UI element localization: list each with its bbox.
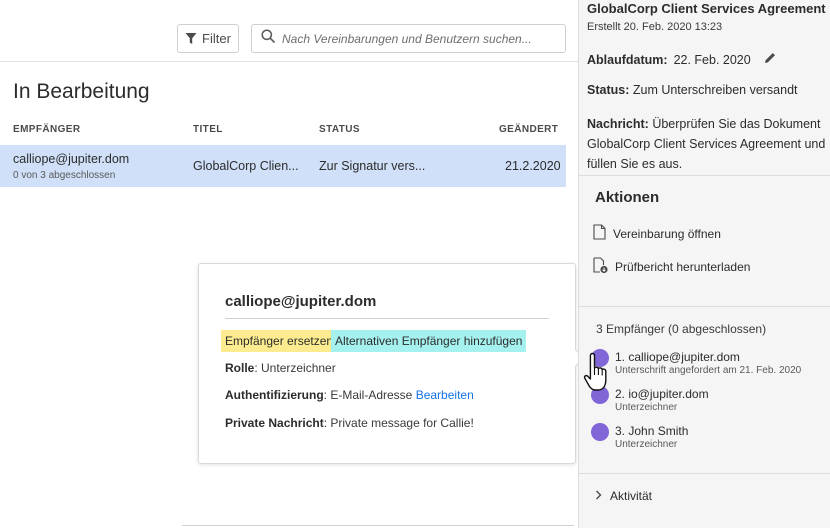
open-agreement-label: Vereinbarung öffnen: [613, 226, 721, 241]
status-line: Status: Zum Unterschreiben versandt: [587, 83, 798, 97]
recipient-name: 2. io@jupiter.dom: [615, 387, 709, 401]
column-header-recipient[interactable]: EMPFÄNGER: [13, 124, 81, 135]
actions-heading: Aktionen: [595, 189, 660, 206]
recipient-detail: Unterzeichner: [615, 402, 678, 413]
role-label: Rolle: [225, 361, 255, 375]
agreement-title: GlobalCorp Client Services Agreement: [587, 1, 826, 16]
private-message-label: Private Nachricht: [225, 416, 324, 430]
expiry-line: Ablaufdatum: 22. Feb. 2020: [587, 51, 777, 68]
column-header-status[interactable]: STATUS: [319, 124, 360, 135]
recipient-popover: calliope@jupiter.dom Empfänger ersetzen …: [198, 263, 585, 464]
recipient-name: 3. John Smith: [615, 424, 689, 438]
recipients-divider: [579, 306, 830, 307]
toolbar: Filter: [0, 0, 578, 62]
recipient-status-icon: [591, 423, 609, 441]
filter-button[interactable]: Filter: [177, 24, 239, 53]
column-header-title[interactable]: TITEL: [193, 124, 223, 135]
popover-divider: [225, 318, 549, 319]
auth-edit-link[interactable]: Bearbeiten: [416, 388, 474, 402]
row-changed: 21.2.2020: [505, 159, 561, 173]
chevron-right-icon: [595, 489, 602, 503]
hand-cursor-icon: [583, 352, 611, 399]
message-block: Nachricht: Überprüfen Sie das Dokument G…: [587, 114, 830, 174]
actions-divider: [579, 175, 830, 176]
column-header-changed[interactable]: GEÄNDERT: [499, 124, 558, 135]
activity-toggle[interactable]: Aktivität: [595, 489, 652, 503]
download-audit-label: Prüfbericht herunterladen: [615, 260, 751, 274]
bottom-divider: [182, 525, 574, 526]
row-status: Zur Signatur vers...: [319, 159, 426, 173]
auth-label: Authentifizierung: [225, 388, 324, 402]
expiry-label: Ablaufdatum:: [587, 52, 668, 67]
recipients-heading: 3 Empfänger (0 abgeschlossen): [596, 322, 767, 336]
filter-label: Filter: [202, 31, 231, 46]
row-title: GlobalCorp Clien...: [193, 159, 299, 173]
row-progress: 0 von 3 abgeschlossen: [13, 170, 116, 181]
message-label: Nachricht:: [587, 117, 649, 131]
filter-icon: [185, 32, 197, 45]
role-value: Unterzeichner: [261, 361, 336, 375]
status-label: Status:: [587, 83, 630, 97]
section-title: In Bearbeitung: [13, 80, 150, 103]
agreements-main: Filter In Bearbeitung EMPFÄNGER TITEL ST…: [0, 0, 585, 528]
add-alternative-recipient-link[interactable]: Alternativen Empfänger hinzufügen: [331, 330, 527, 352]
popover-email: calliope@jupiter.dom: [225, 293, 377, 310]
open-agreement-action[interactable]: Vereinbarung öffnen: [593, 224, 721, 243]
document-icon: [593, 224, 606, 243]
created-date: Erstellt 20. Feb. 2020 13:23: [587, 21, 723, 33]
row-recipient: calliope@jupiter.dom: [13, 152, 130, 166]
pencil-icon[interactable]: [763, 51, 777, 68]
recipient-item[interactable]: 3. John Smith Unterzeichner: [591, 423, 689, 452]
private-message-value: Private message for Callie!: [330, 416, 474, 430]
recipient-item[interactable]: 1. calliope@jupiter.dom Unterschrift ang…: [591, 349, 802, 378]
search-icon: [261, 29, 275, 48]
search-box[interactable]: [251, 24, 566, 53]
status-value: Zum Unterschreiben versandt: [632, 83, 798, 97]
recipient-name: 1. calliope@jupiter.dom: [615, 350, 740, 364]
activity-divider: [579, 473, 830, 474]
expiry-value: 22. Feb. 2020: [673, 52, 751, 67]
role-line: Rolle: Unterzeichner: [225, 361, 336, 375]
recipient-detail: Unterschrift angefordert am 21. Feb. 202…: [615, 365, 802, 376]
audit-report-icon: [593, 257, 608, 277]
private-message-line: Private Nachricht: Private message for C…: [225, 416, 474, 430]
auth-line: Authentifizierung: E-Mail-Adresse Bearbe…: [225, 388, 474, 402]
activity-label: Aktivität: [610, 489, 653, 503]
details-panel: GlobalCorp Client Services Agreement Ers…: [578, 0, 830, 528]
replace-recipient-link[interactable]: Empfänger ersetzen: [221, 330, 338, 352]
search-input[interactable]: [282, 31, 552, 46]
table-row[interactable]: calliope@jupiter.dom 0 von 3 abgeschloss…: [0, 145, 566, 187]
download-audit-action[interactable]: Prüfbericht herunterladen: [593, 257, 750, 277]
recipient-detail: Unterzeichner: [615, 439, 678, 450]
auth-value: E-Mail-Adresse: [330, 388, 413, 402]
